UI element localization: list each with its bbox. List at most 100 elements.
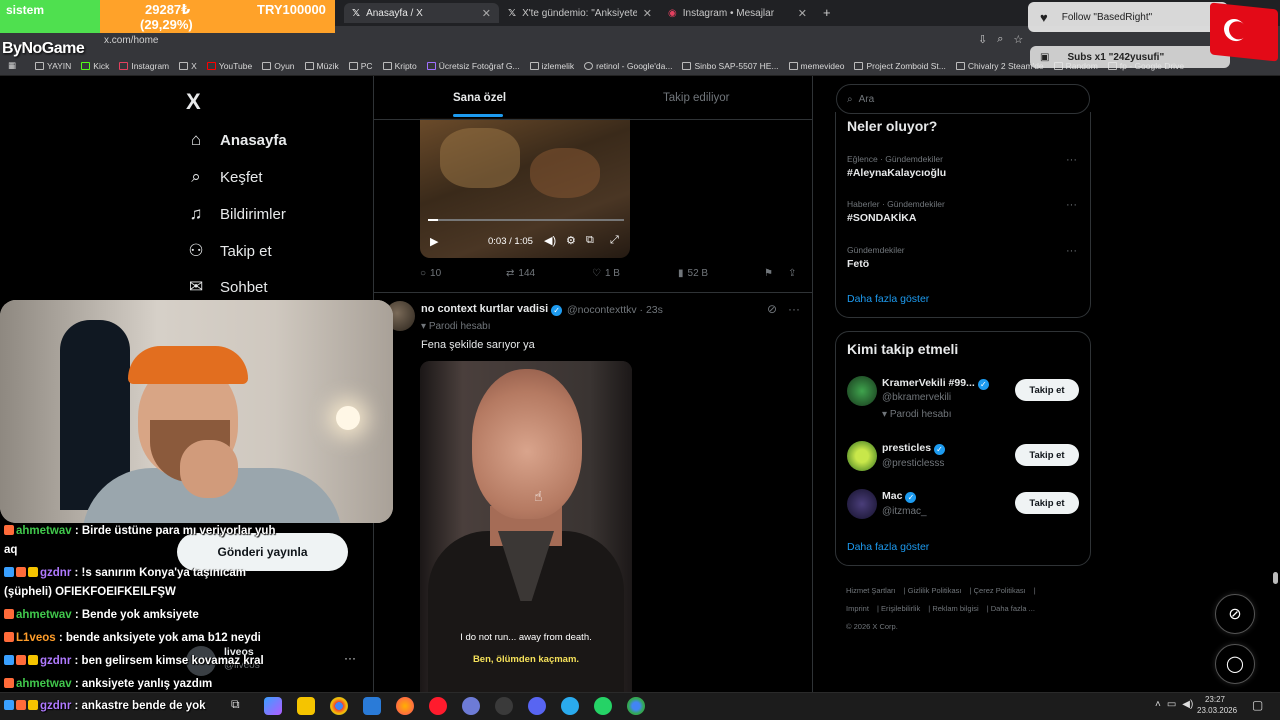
- nav-item-notifications[interactable]: ♫ Bildirimler: [186, 199, 286, 229]
- more-icon[interactable]: ···: [1066, 154, 1077, 166]
- avatar[interactable]: [847, 489, 877, 519]
- play-icon[interactable]: ▶: [430, 235, 438, 248]
- tweet-author[interactable]: no context kurtlar vadisi ✓: [421, 303, 563, 316]
- bookmark-item[interactable]: izlemelik: [525, 61, 580, 71]
- avatar[interactable]: [847, 376, 877, 406]
- volume-icon[interactable]: ◀): [1182, 699, 1193, 710]
- more-icon[interactable]: ···: [344, 651, 356, 665]
- post-button[interactable]: Gönderi yayınla: [177, 533, 348, 571]
- x-logo[interactable]: X: [186, 89, 201, 115]
- trend-item[interactable]: #SONDAKİKA: [847, 212, 916, 224]
- chrome-icon[interactable]: [627, 697, 645, 715]
- nav-item-follow[interactable]: ⚇ Takip et: [186, 236, 271, 266]
- bookmark-item[interactable]: Kick: [76, 61, 114, 71]
- bookmark-item[interactable]: Müzik: [300, 61, 344, 71]
- url-field[interactable]: x.com/home: [104, 35, 158, 46]
- more-icon[interactable]: ···: [1066, 199, 1077, 211]
- suggestion-name[interactable]: presticles ✓: [882, 442, 946, 455]
- bookmark-item[interactable]: PC: [344, 61, 378, 71]
- show-more-trends[interactable]: Daha fazla göster: [847, 293, 929, 305]
- scrollbar[interactable]: [1273, 572, 1278, 584]
- whatsapp-icon[interactable]: [594, 697, 612, 715]
- chrome-icon[interactable]: [330, 697, 348, 715]
- follow-button[interactable]: Takip et: [1015, 444, 1079, 466]
- follow-button[interactable]: Takip et: [1015, 492, 1079, 514]
- volume-icon[interactable]: ◀): [544, 234, 556, 247]
- nav-item-explore[interactable]: ⌕ Keşfet: [186, 162, 262, 192]
- bookmark-item[interactable]: Instagram: [114, 61, 174, 71]
- network-icon[interactable]: ▭: [1167, 699, 1176, 710]
- show-more-suggestions[interactable]: Daha fazla göster: [847, 541, 929, 553]
- star-icon[interactable]: ☆: [1013, 33, 1023, 46]
- repost-button[interactable]: ⇄ 144: [506, 268, 535, 279]
- tweet-video-2[interactable]: [420, 361, 632, 694]
- opera-icon[interactable]: [429, 697, 447, 715]
- telegram-icon[interactable]: [561, 697, 579, 715]
- bookmark-item[interactable]: X: [174, 61, 202, 71]
- firefox-icon[interactable]: [396, 697, 414, 715]
- suggestion-name[interactable]: Mac ✓: [882, 490, 917, 503]
- views-button[interactable]: ▮ 52 B: [678, 268, 708, 279]
- bookmark-item[interactable]: Sinbo SAP-5507 HE...: [677, 61, 783, 71]
- tab-close-icon[interactable]: ✕: [643, 7, 652, 20]
- obs-icon[interactable]: [495, 697, 513, 715]
- task-view-icon[interactable]: ⧉: [231, 697, 249, 715]
- bookmark-item[interactable]: Ücretsiz Fotoğraf G...: [422, 61, 525, 71]
- footer-link[interactable]: Imprint: [846, 604, 869, 613]
- grok-button[interactable]: ⊘: [1215, 594, 1255, 634]
- search-input[interactable]: ⌕ Ara: [836, 84, 1090, 114]
- tab-anasayfa[interactable]: 𝕏 Anasayfa / X ✕: [344, 3, 499, 23]
- follow-button[interactable]: Takip et: [1015, 379, 1079, 401]
- more-icon[interactable]: ···: [788, 302, 800, 316]
- reply-button[interactable]: ○ 10: [420, 268, 441, 279]
- tweet-handle[interactable]: @nocontexttkv · 23s: [567, 304, 663, 316]
- clock[interactable]: 23:27 23.03.2026: [1197, 694, 1237, 716]
- trend-item[interactable]: Fetö: [847, 258, 869, 270]
- bookmark-item[interactable]: YAYIN: [30, 61, 76, 71]
- footer-link[interactable]: Daha fazla ...: [991, 604, 1035, 613]
- grok-icon[interactable]: ⊘: [767, 302, 777, 316]
- bookmark-icon[interactable]: ⚑: [764, 268, 773, 279]
- new-tab-icon[interactable]: +: [823, 5, 831, 20]
- apps-icon[interactable]: ▦: [8, 60, 16, 71]
- avatar[interactable]: [847, 441, 877, 471]
- bookmark-item[interactable]: memevideo: [784, 61, 850, 71]
- messages-button[interactable]: ◯: [1215, 644, 1255, 684]
- tab-gundem[interactable]: 𝕏 X'te gündemio: "Anksiyeteye k... ✕: [500, 3, 660, 23]
- bookmark-item[interactable]: Project Zomboid St...: [849, 61, 950, 71]
- more-icon[interactable]: ···: [1066, 245, 1077, 257]
- bookmark-item[interactable]: retinol - Google'da...: [579, 61, 677, 71]
- like-button[interactable]: ♡ 1 B: [592, 268, 620, 279]
- nav-item-home[interactable]: ⌂ Anasayfa: [186, 125, 287, 155]
- footer-link[interactable]: Erişilebilirlik: [881, 604, 920, 613]
- footer-link[interactable]: Gizlilik Politikası: [908, 586, 962, 595]
- tab-instagram[interactable]: ◉ Instagram • Mesajlar ✕: [660, 3, 815, 23]
- tab-following[interactable]: Takip ediliyor: [663, 92, 729, 104]
- bookmark-item[interactable]: YouTube: [202, 61, 257, 71]
- copilot-icon[interactable]: [264, 697, 282, 715]
- notifications-icon[interactable]: ▢: [1252, 698, 1263, 712]
- nav-item-chat[interactable]: ✉ Sohbet: [186, 272, 268, 302]
- share-icon[interactable]: ⇪: [788, 268, 796, 279]
- fullscreen-icon[interactable]: ⤢: [610, 234, 619, 247]
- tab-for-you[interactable]: Sana özel: [453, 92, 506, 104]
- chevron-up-icon[interactable]: ˄: [1155, 699, 1161, 710]
- trend-item[interactable]: #AleynaKalaycıoğlu: [847, 167, 946, 179]
- file-explorer-icon[interactable]: [297, 697, 315, 715]
- bookmark-item[interactable]: Kripto: [378, 61, 422, 71]
- zoom-icon[interactable]: ⌕: [997, 33, 1003, 46]
- app-icon[interactable]: [462, 697, 480, 715]
- tab-close-icon[interactable]: ✕: [482, 7, 491, 20]
- footer-link[interactable]: Reklam bilgisi: [932, 604, 978, 613]
- bookmark-item[interactable]: Oyun: [257, 61, 299, 71]
- install-icon[interactable]: ⇩: [978, 33, 987, 46]
- video-progress-bar[interactable]: [428, 219, 624, 221]
- tab-close-icon[interactable]: ✕: [798, 7, 807, 20]
- footer-link[interactable]: Hizmet Şartları: [846, 586, 896, 595]
- footer-link[interactable]: Çerez Politikası: [974, 586, 1026, 595]
- discord-icon[interactable]: [528, 697, 546, 715]
- settings-icon[interactable]: ⚙: [566, 234, 576, 247]
- pip-icon[interactable]: ⧉: [586, 234, 594, 247]
- suggestion-name[interactable]: KramerVekili #99... ✓: [882, 377, 989, 390]
- mail-app-icon[interactable]: [363, 697, 381, 715]
